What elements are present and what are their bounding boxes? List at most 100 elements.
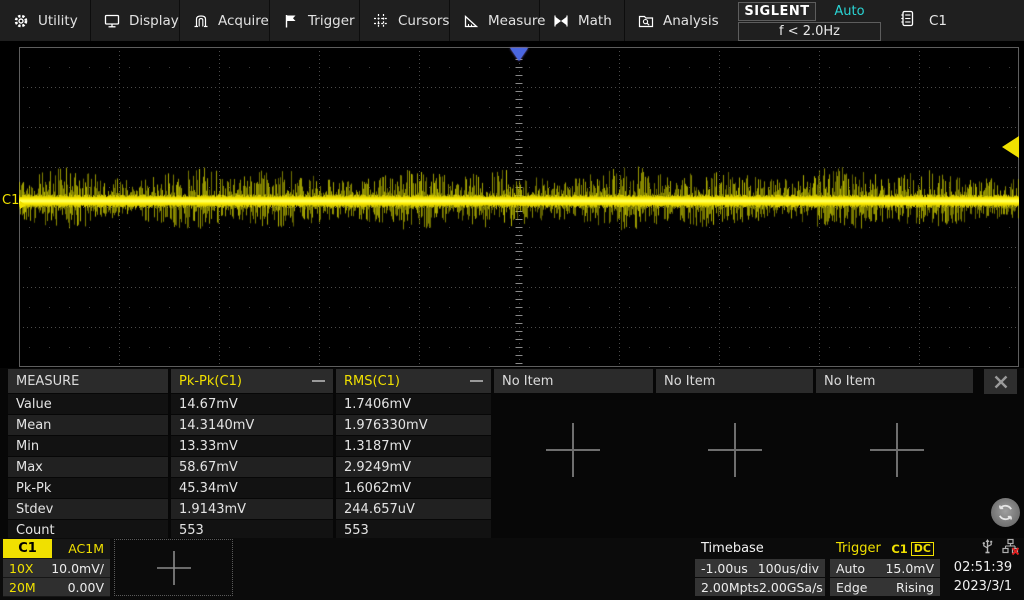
add-measure-slot-3[interactable]: [867, 420, 927, 480]
measure-column-empty-3[interactable]: No Item: [816, 369, 973, 393]
stat-label: Count: [8, 520, 168, 540]
channel-1-bandwidth: 20M: [9, 580, 36, 595]
timebase-row-2: 2.00Mpts 2.00GSa/s: [695, 578, 825, 596]
cursors-icon: [373, 13, 389, 29]
system-status: 02:51:39 2023/3/1: [944, 539, 1022, 597]
menu-measure[interactable]: Measure: [450, 0, 540, 41]
refresh-icon: [995, 502, 1016, 523]
menu-acquire[interactable]: Acquire: [180, 0, 270, 41]
channel-1-scale-row: 10X 10.0mV/: [3, 559, 110, 577]
lan-disconnected-icon[interactable]: [1002, 538, 1019, 559]
channel-1-descriptor[interactable]: C1 AC1M 10X 10.0mV/ 20M 0.00V: [3, 539, 110, 597]
plus-icon: [868, 421, 926, 479]
measure-table-header: MEASURE Pk-Pk(C1) RMS(C1) No Item No Ite…: [8, 369, 973, 393]
channel-1-probe: 10X: [9, 561, 33, 576]
measure-column-pkpk-label: Pk-Pk(C1): [179, 374, 242, 389]
active-channel-label: C1: [929, 13, 947, 29]
close-icon: [993, 374, 1009, 390]
remove-measure-icon[interactable]: [470, 380, 483, 382]
trigger-level-marker[interactable]: [1002, 136, 1019, 158]
analysis-icon: [638, 13, 654, 29]
trigger-mode: Auto: [836, 561, 865, 576]
menu-utility[interactable]: Utility: [0, 0, 91, 41]
bottom-status-bar: C1 AC1M 10X 10.0mV/ 20M 0.00V Timebase -…: [0, 538, 1024, 600]
menu-analysis[interactable]: Analysis: [625, 0, 730, 41]
trigger-row-2: Edge Rising: [830, 578, 940, 596]
acquire-icon: [193, 13, 209, 29]
usb-icon[interactable]: [980, 538, 995, 559]
clock-date[interactable]: 2023/3/1: [944, 577, 1022, 596]
channel-1-header: C1 AC1M: [3, 539, 110, 558]
gesture-recycle-button[interactable]: [991, 498, 1020, 527]
trigger-slope: Rising: [896, 580, 934, 595]
trigger-descriptor[interactable]: Trigger C1 DC Auto 15.0mV Edge Rising: [830, 539, 940, 597]
timebase-descriptor[interactable]: Timebase -1.00us 100us/div 2.00Mpts 2.00…: [695, 539, 825, 597]
trigger-type: Edge: [836, 580, 867, 595]
clock-time[interactable]: 02:51:39: [944, 558, 1022, 577]
stat-label: Pk-Pk: [8, 478, 168, 498]
active-channel-indicator[interactable]: C1: [899, 0, 947, 41]
timebase-delay: -1.00us: [701, 561, 748, 576]
menu-measure-label: Measure: [488, 13, 545, 29]
timebase-title: Timebase: [695, 539, 825, 558]
channel-offset-marker[interactable]: C1: [2, 193, 26, 208]
menu-utility-label: Utility: [38, 13, 78, 29]
add-channel-box[interactable]: [114, 539, 233, 596]
measure-panel: MEASURE Pk-Pk(C1) RMS(C1) No Item No Ite…: [0, 368, 1024, 538]
trigger-level: 15.0mV: [885, 561, 934, 576]
stat-value: 14.67mV: [171, 394, 333, 414]
channel-1-offset-row: 20M 0.00V: [3, 578, 110, 596]
trigger-frequency-readout: f < 2.0Hz: [738, 22, 881, 41]
stat-value: 14.3140mV: [171, 415, 333, 435]
menu-cursors[interactable]: Cursors: [360, 0, 450, 41]
trigger-title: Trigger: [836, 541, 881, 556]
table-row: Stdev 1.9143mV 244.657uV: [8, 499, 973, 519]
status-icons: [944, 539, 1022, 558]
table-row: Max 58.67mV 2.9249mV: [8, 457, 973, 477]
remove-measure-icon[interactable]: [312, 380, 325, 382]
table-row: Pk-Pk 45.34mV 1.6062mV: [8, 478, 973, 498]
menu-display-label: Display: [129, 13, 179, 29]
stat-label: Min: [8, 436, 168, 456]
menu-acquire-label: Acquire: [218, 13, 269, 29]
measure-column-rms-label: RMS(C1): [344, 374, 400, 389]
trigger-title-row: Trigger C1 DC: [830, 539, 940, 558]
measure-column-pkpk[interactable]: Pk-Pk(C1): [171, 369, 333, 393]
plus-icon: [544, 421, 602, 479]
trigger-row-1: Auto 15.0mV: [830, 559, 940, 577]
add-measure-slot-2[interactable]: [705, 420, 765, 480]
measure-icon: [463, 13, 479, 29]
stat-label: Value: [8, 394, 168, 414]
channel-1-offset: 0.00V: [68, 580, 104, 595]
top-menu-bar: Utility Display Acquire Trigger Cursors …: [0, 0, 1024, 43]
stat-value: 1.6062mV: [336, 478, 491, 498]
plus-icon: [706, 421, 764, 479]
timebase-samplerate: 2.00GSa/s: [759, 580, 823, 595]
menu-display[interactable]: Display: [91, 0, 180, 41]
measure-column-rms[interactable]: RMS(C1): [336, 369, 491, 393]
stat-label: Mean: [8, 415, 168, 435]
table-row: Value 14.67mV 1.7406mV: [8, 394, 973, 414]
measure-column-empty-2[interactable]: No Item: [656, 369, 813, 393]
acquisition-mode-badge[interactable]: Auto: [818, 2, 881, 21]
waveform-trace-c1[interactable]: [19, 47, 1019, 367]
menu-math[interactable]: Math: [540, 0, 625, 41]
measure-column-empty-1[interactable]: No Item: [494, 369, 653, 393]
measure-table: MEASURE Pk-Pk(C1) RMS(C1) No Item No Ite…: [8, 369, 973, 541]
menu-cursors-label: Cursors: [398, 13, 449, 29]
channel-offset-label: C1: [2, 193, 19, 208]
measure-title: MEASURE: [8, 369, 168, 393]
timebase-row-1: -1.00us 100us/div: [695, 559, 825, 577]
gear-icon: [13, 13, 29, 29]
brand-status-group: SIGLENT Auto f < 2.0Hz: [738, 2, 881, 41]
stat-label: Stdev: [8, 499, 168, 519]
add-measure-slot-1[interactable]: [543, 420, 603, 480]
close-measure-button[interactable]: [984, 369, 1017, 394]
menu-trigger[interactable]: Trigger: [270, 0, 360, 41]
trigger-position-marker[interactable]: [510, 48, 528, 61]
channel-1-badge[interactable]: C1: [3, 539, 52, 558]
plus-icon: [154, 548, 194, 588]
siglent-logo: SIGLENT: [738, 2, 816, 21]
stat-value: 1.976330mV: [336, 415, 491, 435]
table-row: Count 553 553: [8, 520, 973, 540]
